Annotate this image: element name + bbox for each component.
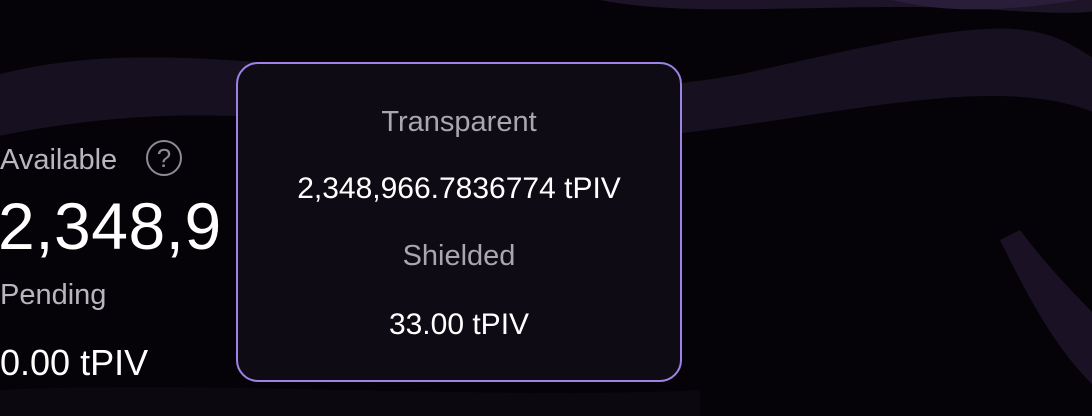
shielded-label: Shielded — [402, 240, 516, 272]
available-label: Available — [0, 144, 118, 176]
transparent-label: Transparent — [381, 106, 537, 138]
transparent-balance-value: 2,348,966.7836774 tPIV — [297, 172, 621, 205]
shielded-balance-value: 33.00 tPIV — [388, 308, 530, 341]
balance-breakdown-tooltip: Transparent 2,348,966.7836774 tPIV Shiel… — [236, 62, 682, 382]
pending-balance-amount: 0.00 tPIV — [0, 342, 149, 383]
pending-label: Pending — [0, 279, 107, 311]
available-balance-amount: 2,348,9 — [0, 189, 222, 263]
question-circle-icon[interactable]: ? — [146, 140, 182, 176]
